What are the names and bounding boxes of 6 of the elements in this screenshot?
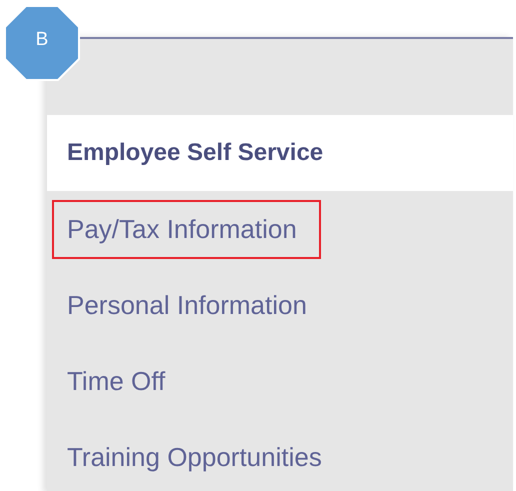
menu-link[interactable]: Training Opportunities <box>52 428 346 486</box>
menu-link[interactable]: Personal Information <box>52 276 331 334</box>
step-badge: B <box>4 5 80 81</box>
menu-link[interactable]: Pay/Tax Information <box>52 200 321 258</box>
menu-heading: Employee Self Service <box>67 139 324 167</box>
menu-link[interactable]: Time Off <box>52 352 190 410</box>
